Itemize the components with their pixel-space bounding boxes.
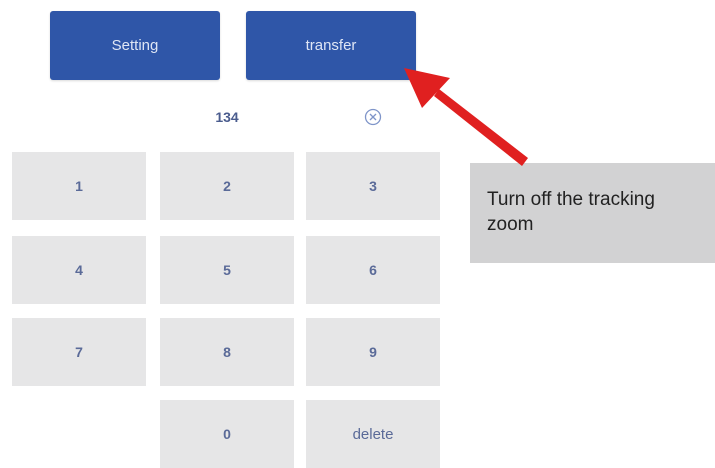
annotation-line-2: zoom (487, 214, 534, 235)
key-9[interactable]: 9 (306, 318, 440, 386)
key-3[interactable]: 3 (306, 152, 440, 220)
key-6[interactable]: 6 (306, 236, 440, 304)
key-2[interactable]: 2 (160, 152, 294, 220)
clear-button[interactable] (306, 104, 440, 130)
annotation-line-1: Turn off the tracking (487, 189, 655, 210)
transfer-button[interactable]: transfer (246, 11, 416, 80)
key-8[interactable]: 8 (160, 318, 294, 386)
number-display: 134 (215, 109, 239, 125)
setting-button[interactable]: Setting (50, 11, 220, 80)
delete-button[interactable]: delete (306, 400, 440, 468)
key-7[interactable]: 7 (12, 318, 146, 386)
key-4[interactable]: 4 (12, 236, 146, 304)
key-5[interactable]: 5 (160, 236, 294, 304)
annotation-callout: Turn off the tracking zoom (470, 163, 715, 263)
key-1[interactable]: 1 (12, 152, 146, 220)
circle-x-icon (364, 108, 382, 126)
key-0[interactable]: 0 (160, 400, 294, 468)
